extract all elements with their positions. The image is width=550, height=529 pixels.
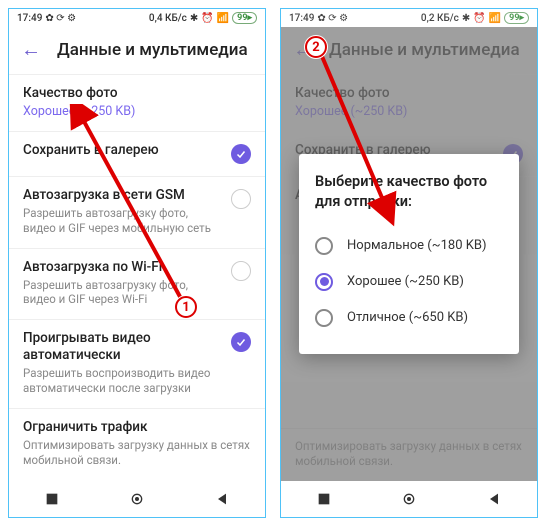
option-good[interactable]: Хорошее (~250 KB) — [315, 264, 503, 300]
bluetooth-icon: ✱ — [462, 13, 470, 24]
page-title: Данные и мультимедиа — [57, 40, 248, 60]
setting-title: Проигрывать видео автоматически — [23, 330, 223, 364]
back-arrow-icon[interactable]: ← — [21, 37, 41, 62]
setting-gsm-autoload[interactable]: Автозагрузка в сети GSM Разрешить автоза… — [9, 176, 265, 248]
annotation-badge: 2 — [305, 36, 327, 58]
checkbox-off-icon[interactable] — [231, 189, 251, 209]
phone-screen-2: 17:49 ✿ ⟳ ⚙ 0,2 КБ/с ✱ ⏰ 📶 99▸ ← Данные … — [280, 8, 538, 518]
option-normal[interactable]: Нормальное (~180 KB) — [315, 228, 503, 264]
nav-home-icon[interactable] — [401, 491, 417, 507]
status-bar: 17:49 ✿ ⟳ ⚙ 0,2 КБ/с ✱ ⏰ 📶 99▸ — [281, 9, 537, 27]
setting-save-gallery[interactable]: Сохранить в галерею — [9, 131, 265, 176]
setting-title: Ограничить трафик — [23, 419, 251, 436]
status-time: 17:49 — [289, 13, 314, 24]
alarm-icon: ⏰ — [201, 13, 213, 24]
app-header: ← Данные и мультимедиа — [9, 27, 265, 74]
signal-icon: 📶 — [489, 13, 501, 24]
setting-subtitle: Разрешить воспроизводить видео автоматич… — [23, 366, 223, 396]
setting-autoplay-video[interactable]: Проигрывать видео автоматически Разрешит… — [9, 319, 265, 408]
annotation-badge: 1 — [175, 296, 197, 318]
radio-off-icon[interactable] — [315, 309, 333, 327]
status-speed: 0,4 КБ/с — [149, 13, 187, 24]
status-icon: ✿ ⟳ ⚙ — [317, 13, 348, 24]
dialog-title: Выберите качество фото для отправки: — [315, 172, 503, 211]
status-time: 17:49 — [17, 13, 42, 24]
android-navbar — [281, 481, 537, 517]
setting-limit-traffic[interactable]: Ограничить трафик Оптимизировать загрузк… — [9, 408, 265, 480]
setting-photo-quality[interactable]: Качество фото Хорошее (~250 KB) — [9, 74, 265, 131]
nav-home-icon[interactable] — [129, 491, 145, 507]
checkbox-off-icon[interactable] — [231, 261, 251, 281]
setting-subtitle: Оптимизировать загрузку данных в сетях м… — [23, 438, 251, 468]
photo-quality-dialog: Выберите качество фото для отправки: Нор… — [299, 154, 519, 353]
setting-title: Автозагрузка в сети GSM — [23, 187, 223, 204]
bluetooth-icon: ✱ — [190, 13, 198, 24]
checkbox-on-icon[interactable] — [231, 332, 251, 352]
nav-back-icon[interactable] — [486, 491, 502, 507]
battery-icon: 99▸ — [504, 12, 529, 24]
setting-title: Качество фото — [23, 85, 251, 102]
status-speed: 0,2 КБ/с — [421, 13, 459, 24]
status-bar: 17:49 ✿ ⟳ ⚙ 0,4 КБ/с ✱ ⏰ 📶 99▸ — [9, 9, 265, 27]
radio-on-icon[interactable] — [315, 273, 333, 291]
setting-wifi-autoload[interactable]: Автозагрузка по Wi-Fi Разрешить автозагр… — [9, 248, 265, 320]
setting-title: Сохранить в галерею — [23, 142, 223, 159]
nav-recent-icon[interactable] — [316, 491, 332, 507]
setting-value: Хорошее (~250 KB) — [23, 104, 251, 119]
setting-title: Автозагрузка по Wi-Fi — [23, 259, 223, 276]
nav-recent-icon[interactable] — [44, 491, 60, 507]
battery-icon: 99▸ — [232, 12, 257, 24]
phone-screen-1: 17:49 ✿ ⟳ ⚙ 0,4 КБ/с ✱ ⏰ 📶 99▸ ← Данные … — [8, 8, 266, 518]
signal-icon: 📶 — [217, 13, 229, 24]
android-navbar — [9, 481, 265, 517]
setting-subtitle: Разрешить автозагрузку фото, видео и GIF… — [23, 206, 223, 236]
nav-back-icon[interactable] — [214, 491, 230, 507]
checkbox-on-icon[interactable] — [231, 144, 251, 164]
modal-overlay[interactable]: Выберите качество фото для отправки: Нор… — [281, 27, 537, 481]
radio-off-icon[interactable] — [315, 237, 333, 255]
option-excellent[interactable]: Отличное (~650 KB) — [315, 300, 503, 336]
alarm-icon: ⏰ — [473, 13, 485, 24]
status-icon: ✿ ⟳ ⚙ — [45, 13, 76, 24]
